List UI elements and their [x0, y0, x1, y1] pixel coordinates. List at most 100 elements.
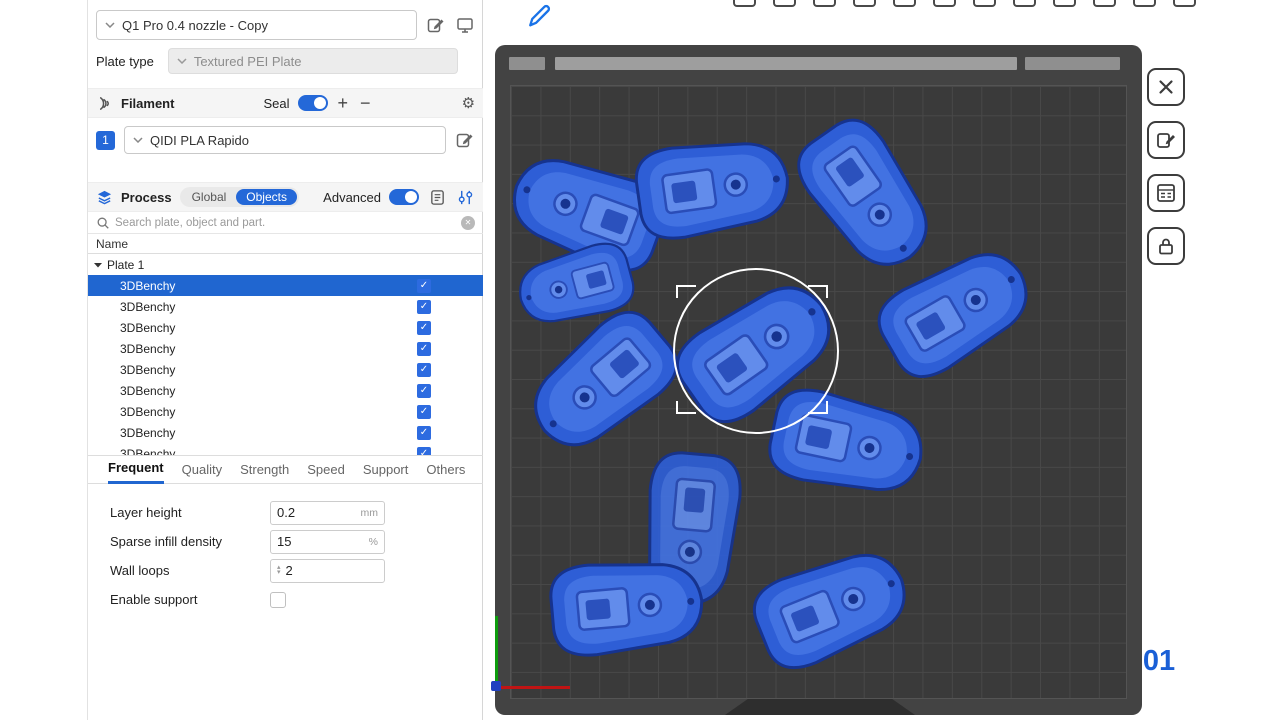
- infill-density-value[interactable]: [277, 534, 347, 549]
- toolbar-icon[interactable]: [1053, 0, 1076, 7]
- edit-printer-icon[interactable]: [426, 15, 446, 35]
- plate-front-notch: [725, 699, 915, 715]
- plate-settings-button[interactable]: [1147, 174, 1185, 212]
- visibility-checkbox[interactable]: ✓: [417, 426, 431, 440]
- visibility-checkbox[interactable]: ✓: [417, 405, 431, 419]
- param-infill-density: Sparse infill density %: [88, 527, 483, 556]
- toolbar-icon[interactable]: [813, 0, 836, 7]
- filament-select[interactable]: QIDI PLA Rapido: [124, 126, 446, 154]
- toolbar-icon[interactable]: [933, 0, 956, 7]
- tree-row-3dbenchy[interactable]: 3DBenchy ✓: [88, 443, 483, 456]
- plate-type-row: Plate type Textured PEI Plate: [88, 46, 483, 76]
- printer-monitor-icon[interactable]: [455, 15, 475, 35]
- tree-row-3dbenchy[interactable]: 3DBenchy ✓: [88, 338, 483, 359]
- y-axis-indicator: [495, 616, 498, 688]
- edit-pencil-icon[interactable]: [525, 2, 553, 33]
- tree-row-3dbenchy[interactable]: 3DBenchy ✓: [88, 296, 483, 317]
- chevron-down-icon[interactable]: [94, 262, 103, 268]
- search-input[interactable]: [115, 217, 456, 229]
- object-label: 3DBenchy: [120, 342, 175, 356]
- visibility-checkbox[interactable]: ✓: [417, 321, 431, 335]
- tab-strength[interactable]: Strength: [240, 458, 289, 483]
- toolbar-icon[interactable]: [773, 0, 796, 7]
- delete-plate-button[interactable]: [1147, 68, 1185, 106]
- object-label: 3DBenchy: [120, 363, 175, 377]
- enable-support-label: Enable support: [110, 592, 270, 607]
- filament-settings-gear-icon[interactable]: ⚙: [462, 94, 475, 112]
- tab-others[interactable]: Others: [426, 458, 465, 483]
- printer-select[interactable]: Q1 Pro 0.4 nozzle - Copy: [96, 10, 417, 40]
- tree-row-3dbenchy[interactable]: 3DBenchy ✓: [88, 359, 483, 380]
- tree-row-plate[interactable]: Plate 1: [88, 254, 483, 275]
- viewport-3d[interactable]: 01: [483, 0, 1280, 720]
- edit-filament-icon[interactable]: [455, 130, 475, 150]
- toolbar-icon[interactable]: [733, 0, 756, 7]
- clear-search-icon[interactable]: ✕: [461, 216, 475, 230]
- filament-slot-row: 1 QIDI PLA Rapido: [88, 118, 483, 162]
- auto-orient-button[interactable]: [1147, 121, 1185, 159]
- process-list-icon[interactable]: [427, 187, 447, 207]
- plate-side-buttons: [1147, 68, 1185, 265]
- infill-density-input[interactable]: %: [270, 530, 385, 554]
- visibility-checkbox[interactable]: ✓: [417, 363, 431, 377]
- plate-node-label: Plate 1: [107, 258, 144, 272]
- toolbar-icon[interactable]: [1133, 0, 1156, 7]
- tab-speed[interactable]: Speed: [307, 458, 345, 483]
- enable-support-checkbox[interactable]: [270, 592, 286, 608]
- slicer-app: Q1 Pro 0.4 nozzle - Copy Plate type Text…: [0, 0, 1280, 720]
- tree-row-3dbenchy[interactable]: 3DBenchy ✓: [88, 422, 483, 443]
- remove-filament-button[interactable]: −: [358, 94, 373, 112]
- objects-segment[interactable]: Objects: [236, 189, 297, 205]
- toolbar-icon[interactable]: [973, 0, 996, 7]
- tab-quality[interactable]: Quality: [182, 458, 222, 483]
- toolbar-icon[interactable]: [1013, 0, 1036, 7]
- plate-type-value: Textured PEI Plate: [194, 54, 302, 69]
- visibility-checkbox[interactable]: ✓: [417, 342, 431, 356]
- auto-orient-icon: [1155, 129, 1177, 151]
- x-axis-indicator: [496, 686, 570, 689]
- toolbar-icon[interactable]: [853, 0, 876, 7]
- toolbar-icon[interactable]: [1173, 0, 1196, 7]
- toolbar-icon[interactable]: [893, 0, 916, 7]
- layer-height-unit: mm: [361, 507, 379, 519]
- plate-type-select[interactable]: Textured PEI Plate: [168, 48, 458, 74]
- visibility-checkbox[interactable]: ✓: [417, 384, 431, 398]
- lock-plate-button[interactable]: [1147, 227, 1185, 265]
- wall-loops-stepper[interactable]: ▴▾: [270, 559, 385, 583]
- visibility-checkbox[interactable]: ✓: [417, 279, 431, 293]
- process-params-icon[interactable]: [455, 187, 475, 207]
- close-icon: [1156, 77, 1176, 97]
- object-label: 3DBenchy: [120, 321, 175, 335]
- tab-support[interactable]: Support: [363, 458, 409, 483]
- chevron-down-icon: [105, 22, 115, 28]
- object-label: 3DBenchy: [120, 426, 175, 440]
- lock-icon: [1155, 235, 1177, 257]
- wall-loops-value[interactable]: [286, 563, 356, 578]
- tree-row-3dbenchy[interactable]: 3DBenchy ✓: [88, 401, 483, 422]
- layer-height-value[interactable]: [277, 505, 347, 520]
- filament-slot-badge: 1: [96, 131, 115, 150]
- param-wall-loops: Wall loops ▴▾: [88, 556, 483, 585]
- frequent-params: Layer height mm Sparse infill density % …: [88, 484, 483, 614]
- process-section-header: Process Global Objects Advanced: [88, 182, 483, 212]
- plate-marker-strip: [555, 57, 1017, 70]
- visibility-checkbox[interactable]: ✓: [417, 300, 431, 314]
- search-row: ✕: [88, 212, 483, 234]
- add-filament-button[interactable]: +: [336, 94, 351, 112]
- tree-row-3dbenchy[interactable]: 3DBenchy ✓: [88, 380, 483, 401]
- plate-marker-strip: [1025, 57, 1120, 70]
- stepper-arrows-icon[interactable]: ▴▾: [277, 566, 281, 575]
- toolbar-icon[interactable]: [1093, 0, 1116, 7]
- visibility-checkbox[interactable]: ✓: [417, 447, 431, 457]
- build-plate[interactable]: [495, 45, 1142, 715]
- tab-frequent[interactable]: Frequent: [108, 456, 164, 484]
- layer-height-input[interactable]: mm: [270, 501, 385, 525]
- param-layer-height: Layer height mm: [88, 498, 483, 527]
- plate-type-label: Plate type: [96, 54, 154, 69]
- tree-row-3dbenchy[interactable]: 3DBenchy ✓: [88, 275, 483, 296]
- global-segment[interactable]: Global: [182, 189, 237, 205]
- object-label: 3DBenchy: [120, 405, 175, 419]
- advanced-toggle[interactable]: [389, 189, 419, 205]
- tree-row-3dbenchy[interactable]: 3DBenchy ✓: [88, 317, 483, 338]
- seal-toggle[interactable]: [298, 95, 328, 111]
